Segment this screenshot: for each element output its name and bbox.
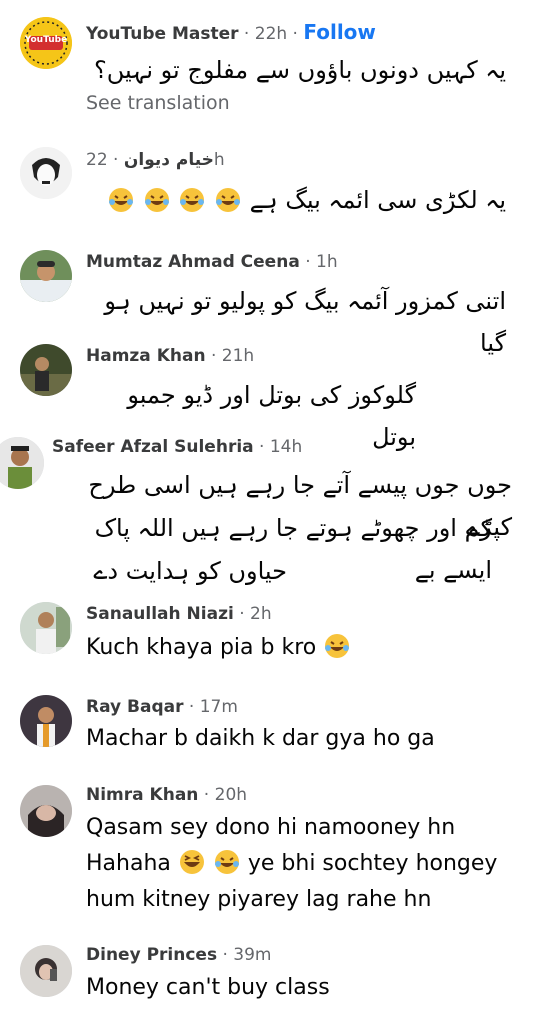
timestamp[interactable]: 39m <box>233 945 271 965</box>
comment-text: Kuch khaya pia b kro <box>86 635 317 660</box>
see-translation-link[interactable]: See translation <box>86 92 230 114</box>
separator: · <box>299 252 317 272</box>
comment-header: خیام دیوان · 22h <box>86 150 225 170</box>
timestamp[interactable]: 14h <box>270 437 302 457</box>
separator: · <box>198 785 215 805</box>
separator: · <box>205 346 222 366</box>
timestamp[interactable]: 21h <box>222 346 254 366</box>
author-name[interactable]: Sanaullah Niazi <box>86 604 234 624</box>
avatar[interactable] <box>20 602 72 654</box>
laughing-tears-emoji-icon <box>144 188 169 212</box>
comment-text-row: Hahaha ye bhi sochtey hongey <box>86 846 497 882</box>
separator: · <box>217 945 234 965</box>
separator: · <box>183 697 200 717</box>
comment-header: Nimra Khan · 20h <box>86 785 247 805</box>
comment: Mumtaz Ahmad Ceena · 1h اتنی کمزور آئمہ … <box>0 240 539 357</box>
comment: خیام دیوان · 22h یہ لکڑی سی ائمہ بیگ ہے <box>0 135 539 240</box>
comment-header: Ray Baqar · 17m <box>86 697 238 717</box>
comment-text-row: Kuch khaya pia b kro <box>86 630 351 666</box>
author-name[interactable]: Ray Baqar <box>86 697 184 717</box>
separator: · <box>238 24 255 44</box>
comment-header: Safeer Afzal Sulehria · 14h <box>52 437 302 457</box>
grinning-squint-emoji-icon <box>179 850 204 874</box>
comment: Ray Baqar · 17m Machar b daikh k dar gya… <box>0 685 539 780</box>
comment-text-line: hum kitney piyarey lag rahe hn <box>86 887 432 912</box>
author-name[interactable]: خیام دیوان <box>124 150 214 170</box>
comment: Safeer Afzal Sulehria · 14h جوں جوں پیسے… <box>0 425 539 590</box>
separator: · <box>107 150 124 170</box>
avatar[interactable] <box>0 437 44 489</box>
laughing-tears-emoji-icon <box>325 634 350 658</box>
comment-header: YouTube Master · 22h · Follow <box>86 20 376 44</box>
avatar[interactable] <box>20 147 72 199</box>
avatar[interactable] <box>20 945 72 997</box>
avatar[interactable] <box>20 785 72 837</box>
comment-text-line: Hahaha <box>86 851 171 876</box>
comment: Sanaullah Niazi · 2h Kuch khaya pia b kr… <box>0 590 539 685</box>
laughing-tears-emoji-icon <box>109 188 134 212</box>
timestamp[interactable]: 22h <box>255 24 287 44</box>
avatar[interactable]: YouTube <box>20 17 72 69</box>
author-name[interactable]: Mumtaz Ahmad Ceena <box>86 252 300 272</box>
comment-text: یہ کہیں دونوں باؤوں سے مفلوج تو نہیں؟ <box>94 56 506 84</box>
comment-text: Machar b daikh k dar gya ho ga <box>86 726 435 751</box>
comment-text: Money can't buy class <box>86 975 330 1000</box>
timestamp[interactable]: 1h <box>316 252 338 272</box>
author-name[interactable]: YouTube Master <box>86 24 239 44</box>
comment-text-line: ye bhi sochtey hongey <box>247 851 498 876</box>
avatar[interactable] <box>20 695 72 747</box>
comment-header: Sanaullah Niazi · 2h <box>86 604 272 624</box>
comment-text-row: یہ لکڑی سی ائمہ بیگ ہے <box>86 179 506 221</box>
separator: · <box>287 24 304 44</box>
timestamp[interactable]: 2h <box>250 604 272 624</box>
comment: Nimra Khan · 20h Qasam sey dono hi namoo… <box>0 780 539 940</box>
laughing-tears-emoji-icon <box>180 188 205 212</box>
avatar[interactable] <box>20 344 72 396</box>
timestamp[interactable]: 20h <box>215 785 247 805</box>
laughing-tears-emoji-icon <box>214 850 239 874</box>
comment: Diney Princes · 39m Money can't buy clas… <box>0 940 539 1024</box>
author-name[interactable]: Nimra Khan <box>86 785 198 805</box>
comment-text-line: Qasam sey dono hi namooney hn <box>86 815 456 840</box>
avatar[interactable] <box>20 250 72 302</box>
laughing-tears-emoji-icon <box>215 188 240 212</box>
avatar-logo-text: YouTube <box>24 35 68 45</box>
separator: · <box>233 604 251 624</box>
comment: Hamza Khan · 21h گلوکوز کی بوتل اور ڈیو … <box>0 330 539 451</box>
comment-text: یہ لکڑی سی ائمہ بیگ ہے <box>249 186 506 214</box>
follow-button[interactable]: Follow <box>303 20 376 44</box>
comment-header: Diney Princes · 39m <box>86 945 272 965</box>
timestamp[interactable]: 17m <box>200 697 238 717</box>
comment-header: Hamza Khan · 21h <box>86 346 254 366</box>
comment-header: Mumtaz Ahmad Ceena · 1h <box>86 252 338 272</box>
comment: YouTube YouTube Master · 22h · Follow یہ… <box>0 0 539 135</box>
author-name[interactable]: Safeer Afzal Sulehria <box>52 437 254 457</box>
author-name[interactable]: Hamza Khan <box>86 346 206 366</box>
comment-text-line: حیاوں کو ہدایت دے <box>93 557 287 585</box>
author-name[interactable]: Diney Princes <box>86 945 217 965</box>
separator: · <box>253 437 270 457</box>
